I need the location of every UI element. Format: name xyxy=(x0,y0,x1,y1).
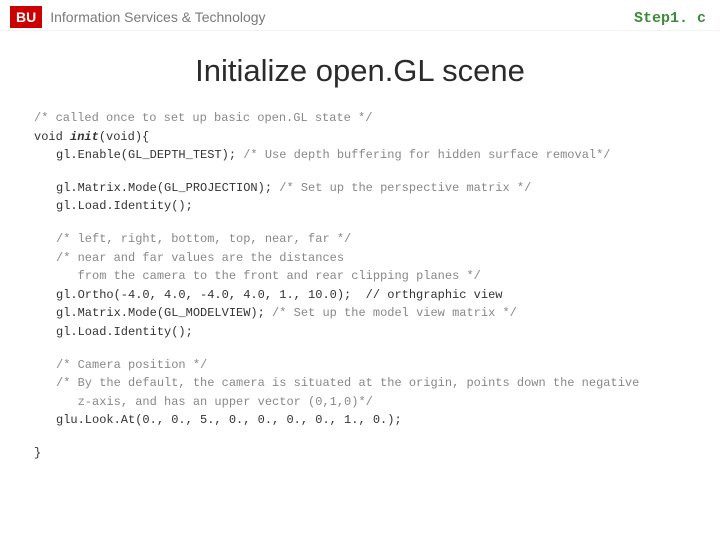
org-name: Information Services & Technology xyxy=(50,9,265,25)
code-section-1: /* called once to set up basic open.GL s… xyxy=(34,109,692,165)
comment: /* Set up the perspective matrix */ xyxy=(279,181,531,195)
code-line: gl.Enable(GL_DEPTH_TEST); /* Use depth b… xyxy=(34,146,692,165)
header: BU Information Services & Technology xyxy=(0,0,720,31)
comment: /* left, right, bottom, top, near, far *… xyxy=(34,230,692,249)
comment: /* called once to set up basic open.GL s… xyxy=(34,109,692,128)
code-line: gl.Load.Identity(); xyxy=(34,323,692,342)
code-block: /* called once to set up basic open.GL s… xyxy=(0,109,720,463)
comment: /* Use depth buffering for hidden surfac… xyxy=(243,148,610,162)
filename-label: Step1. c xyxy=(634,10,706,27)
comment: from the camera to the front and rear cl… xyxy=(34,267,692,286)
bu-logo: BU xyxy=(10,6,42,28)
code-line: void init(void){ xyxy=(34,128,692,147)
code-line: } xyxy=(34,444,692,463)
code-section-4: /* Camera position */ /* By the default,… xyxy=(34,356,692,430)
function-name: init xyxy=(70,130,99,144)
comment: /* Set up the model view matrix */ xyxy=(272,306,517,320)
code-line: glu.Look.At(0., 0., 5., 0., 0., 0., 0., … xyxy=(34,411,692,430)
code-line: gl.Matrix.Mode(GL_MODELVIEW); /* Set up … xyxy=(34,304,692,323)
keyword: void xyxy=(34,130,70,144)
code-text: gl.Matrix.Mode(GL_MODELVIEW); xyxy=(56,306,272,320)
comment: /* By the default, the camera is situate… xyxy=(34,374,692,393)
code-text: gl.Matrix.Mode(GL_PROJECTION); xyxy=(56,181,279,195)
code-line: gl.Load.Identity(); xyxy=(34,197,692,216)
code-section-2: gl.Matrix.Mode(GL_PROJECTION); /* Set up… xyxy=(34,179,692,216)
code-text: gl.Enable(GL_DEPTH_TEST); xyxy=(56,148,243,162)
code-line: gl.Ortho(-4.0, 4.0, -4.0, 4.0, 1., 10.0)… xyxy=(34,286,692,305)
code-line: gl.Matrix.Mode(GL_PROJECTION); /* Set up… xyxy=(34,179,692,198)
comment: /* Camera position */ xyxy=(34,356,692,375)
comment: /* near and far values are the distances xyxy=(34,249,692,268)
comment: z-axis, and has an upper vector (0,1,0)*… xyxy=(34,393,692,412)
page-title: Initialize open.GL scene xyxy=(0,53,720,89)
code-text: (void){ xyxy=(99,130,149,144)
code-section-3: /* left, right, bottom, top, near, far *… xyxy=(34,230,692,342)
